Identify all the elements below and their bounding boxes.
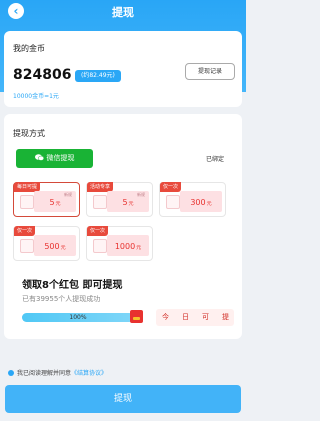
radio-checked-icon[interactable] bbox=[8, 370, 14, 376]
page-title: 提现 bbox=[112, 6, 134, 19]
option-unit: 元 bbox=[136, 245, 142, 251]
coupon-ticket: 300元 bbox=[180, 191, 222, 212]
coupon-ticket: 500元 bbox=[34, 235, 76, 256]
agreement-row[interactable]: 我已阅读理解并同意《结算协议》 bbox=[8, 368, 107, 377]
amount-option[interactable]: 仅一次 300元 bbox=[159, 182, 226, 217]
coupon-ticket: 新规 5元 bbox=[107, 191, 149, 212]
ticket-shadow bbox=[20, 239, 34, 253]
withdraw-method-label: 提现方式 bbox=[13, 129, 45, 138]
reward-char: 可 bbox=[202, 313, 209, 321]
option-unit: 元 bbox=[206, 201, 212, 207]
option-tag: 仅一次 bbox=[160, 182, 182, 192]
option-tag: 仅一次 bbox=[87, 226, 109, 236]
option-unit: 元 bbox=[128, 201, 134, 207]
wechat-withdraw-label: 微信提现 bbox=[46, 154, 75, 162]
option-unit: 元 bbox=[60, 245, 66, 251]
option-tag: 仅一次 bbox=[14, 226, 36, 236]
reward-char: 日 bbox=[182, 313, 189, 321]
record-button[interactable]: 提现记录 bbox=[185, 63, 235, 80]
amount-option[interactable]: 活动专享 新规 5元 bbox=[86, 182, 153, 217]
agreement-link[interactable]: 《结算协议》 bbox=[71, 370, 107, 377]
reward-char: 提 bbox=[222, 313, 229, 321]
progress-text: 100% bbox=[69, 314, 87, 321]
ticket-shadow bbox=[93, 195, 107, 209]
coins-card: 我的金币 824806 (约82.49元) 提现记录 10000金币=1元 bbox=[4, 31, 242, 107]
option-unit: 元 bbox=[55, 201, 61, 207]
coupon-ticket: 1000元 bbox=[107, 235, 149, 256]
exchange-rate: 10000金币=1元 bbox=[13, 93, 59, 100]
submit-button[interactable]: 提现 bbox=[5, 385, 241, 413]
progress-bar: 100% bbox=[22, 313, 134, 322]
amount-option[interactable]: 每日可提 新规 5元 bbox=[13, 182, 80, 217]
option-value: 300 bbox=[190, 198, 206, 207]
ticket-shadow bbox=[93, 239, 107, 253]
option-value: 5 bbox=[122, 198, 128, 207]
coins-amount: 824806 bbox=[13, 67, 72, 83]
agreement-text: 我已阅读理解并同意 bbox=[17, 370, 72, 377]
ticket-shadow bbox=[166, 195, 180, 209]
wechat-withdraw-button[interactable]: 微信提现 bbox=[16, 149, 93, 168]
amount-option[interactable]: 仅一次 1000元 bbox=[86, 226, 153, 261]
amount-option[interactable]: 仅一次 500元 bbox=[13, 226, 80, 261]
withdraw-card: 提现方式 微信提现 已绑定 每日可提 新规 5元 活动专享 新规 5元 仅一次 … bbox=[4, 114, 242, 339]
option-value: 5 bbox=[49, 198, 55, 207]
red-packet-icon bbox=[130, 310, 143, 323]
option-value: 500 bbox=[44, 242, 60, 251]
ticket-shadow bbox=[20, 195, 34, 209]
coupon-ticket: 新规 5元 bbox=[34, 191, 76, 212]
promo-headline: 领取8个红包 即可提现 bbox=[22, 280, 123, 291]
bound-status: 已绑定 bbox=[206, 156, 225, 163]
approx-badge: (约82.49元) bbox=[75, 70, 121, 82]
reward-char: 今 bbox=[162, 313, 169, 321]
option-value: 1000 bbox=[114, 242, 136, 251]
reward-characters: 今 日 可 提 bbox=[156, 309, 234, 326]
wechat-icon bbox=[34, 154, 44, 161]
coins-label: 我的金币 bbox=[13, 44, 45, 53]
promo-subtitle: 已有39955个人提现成功 bbox=[22, 295, 101, 303]
